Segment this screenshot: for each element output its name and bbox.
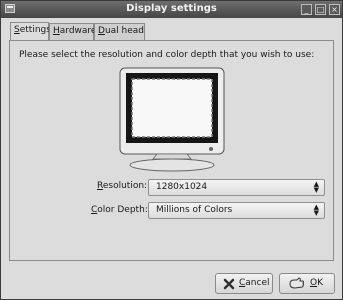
cancel-button[interactable]: Cancel [215,273,273,294]
ok-label-text: K [317,278,323,288]
resolution-label-text: esolution: [102,181,148,191]
combo-arrows-icon: ▲ ▼ [313,180,319,194]
color-depth-label-text: olor Depth: [97,205,148,215]
resolution-value: 1280x1024 [156,182,208,192]
tab-hardware[interactable]: Hardware [49,23,97,40]
tab-hardware-label: ardware [59,26,97,36]
resolution-label: Resolution: [97,181,147,191]
cancel-x-icon [223,278,235,290]
color-depth-select[interactable]: Millions of Colors ▲ ▼ [148,202,325,219]
monitor-icon [119,67,225,172]
title-bar[interactable]: Display settings _ □ × [1,1,342,18]
tab-dual-head-label: ual head [104,26,144,36]
maximize-icon[interactable]: □ [315,4,326,15]
cancel-label-text: ancel [245,278,270,288]
tab-dual-head[interactable]: Dual head [94,23,145,40]
resolution-select[interactable]: 1280x1024 ▲ ▼ [148,179,325,196]
combo-arrows-icon: ▲ ▼ [313,203,319,217]
ok-button[interactable]: OK [279,273,335,294]
ok-hand-icon [289,277,304,289]
tab-settings[interactable]: Settings [10,22,51,41]
settings-panel: Please select the resolution and color d… [9,40,334,261]
minimize-icon[interactable]: _ [301,4,312,15]
color-depth-value: Millions of Colors [156,205,233,215]
settings-prompt: Please select the resolution and color d… [19,50,315,60]
close-icon[interactable]: × [329,4,340,15]
cancel-label: Cancel [239,278,270,288]
window-title: Display settings [126,3,217,14]
tab-dual-head-mnemonic: D [98,26,105,36]
color-depth-label: Color Depth: [91,205,148,215]
tab-settings-label: ettings [19,25,51,35]
ok-label: OK [310,278,323,288]
tab-hardware-mnemonic: H [53,26,60,36]
display-settings-window: Display settings _ □ × Settings Hardware… [0,0,343,300]
